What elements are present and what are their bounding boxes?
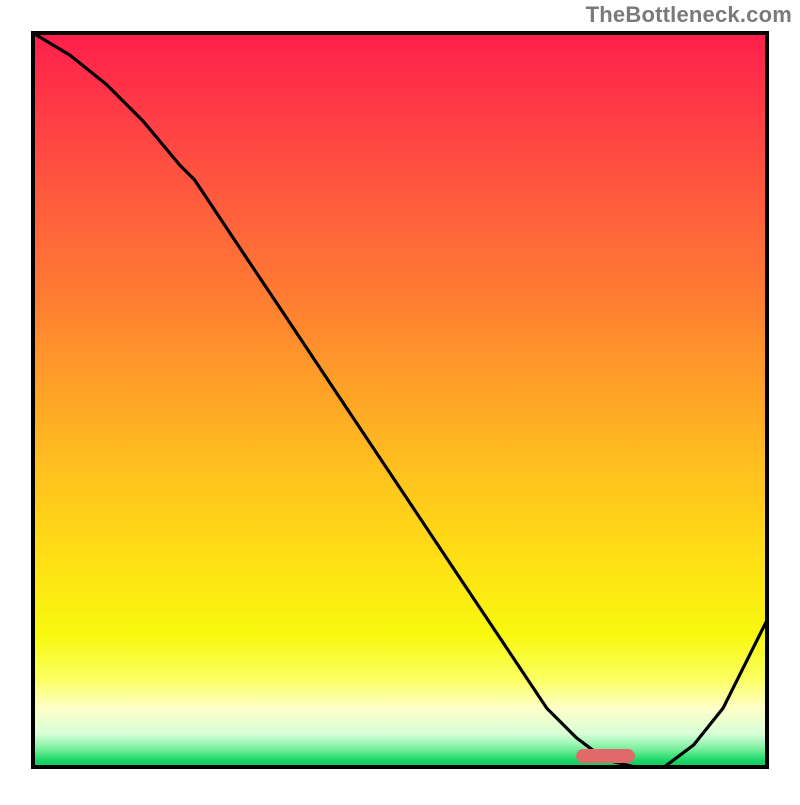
watermark-label: TheBottleneck.com bbox=[586, 2, 792, 28]
optimal-range-marker bbox=[576, 749, 635, 763]
chart-canvas bbox=[0, 0, 800, 800]
bottleneck-chart: TheBottleneck.com bbox=[0, 0, 800, 800]
